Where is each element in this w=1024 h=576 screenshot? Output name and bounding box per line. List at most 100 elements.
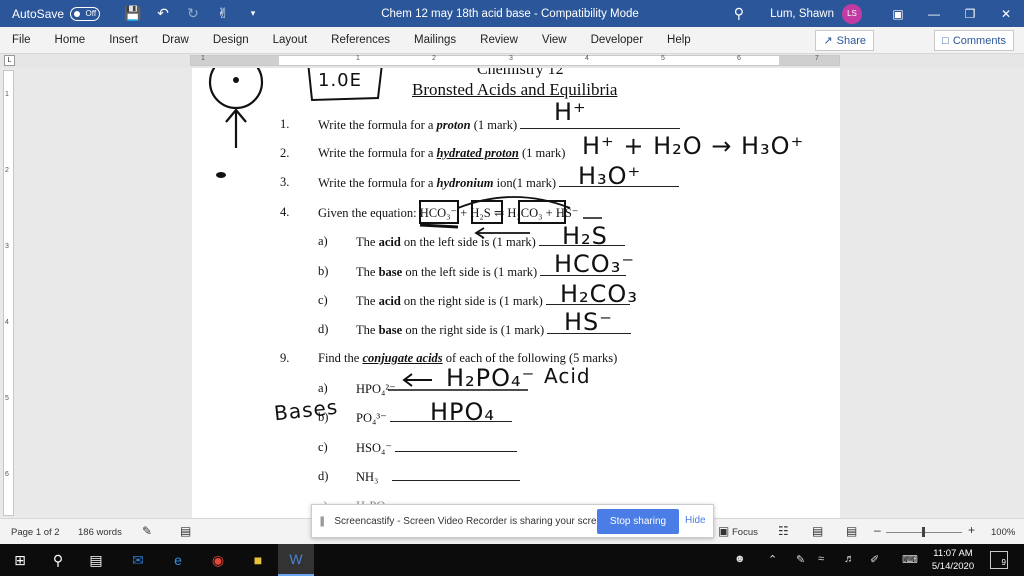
windows-start-icon[interactable]: ⊞ xyxy=(2,544,38,576)
subquestion-letter: c) xyxy=(318,293,328,307)
close-icon[interactable]: ✕ xyxy=(988,7,1024,21)
undo-icon[interactable]: ↶ xyxy=(148,5,178,22)
screencastify-banner: ❚ Screencastify - Screen Video Recorder … xyxy=(311,504,714,538)
notification-center-icon[interactable]: 9 xyxy=(990,551,1008,569)
tab-layout[interactable]: Layout xyxy=(261,34,320,46)
answer-blank xyxy=(520,117,681,129)
web-layout-icon[interactable]: ▤ xyxy=(846,524,857,538)
chrome-icon[interactable]: ◉ xyxy=(200,544,236,576)
user-name[interactable]: Lum, Shawn xyxy=(770,8,834,20)
zoom-in-icon[interactable]: + xyxy=(968,523,975,537)
handwritten-answer-9a: H₂PO₄⁻ xyxy=(446,364,536,392)
save-icon[interactable]: 💾 xyxy=(118,5,148,22)
vruler-number: 2 xyxy=(5,167,9,174)
edge-icon[interactable]: e xyxy=(160,544,196,576)
outlook-icon[interactable]: ✉ xyxy=(120,544,156,576)
comments-button[interactable]: □ Comments xyxy=(934,30,1014,51)
word-count[interactable]: 186 words xyxy=(78,527,122,538)
tab-insert[interactable]: Insert xyxy=(97,34,150,46)
taskbar: ⊞ ⚲ ▤ ✉ e ◉ ■ W ☻ ⌃ ✎ ≈ ♬ ✐ ⌨ 11:07 AM 5… xyxy=(0,544,1024,576)
vruler-number: 4 xyxy=(5,319,9,326)
comments-label: Comments xyxy=(952,34,1006,47)
subquestion-c: The acid on the right side is (1 mark) xyxy=(356,293,630,309)
question-emphasis: hydrated proton xyxy=(436,146,519,160)
avatar[interactable]: LS xyxy=(842,3,862,24)
tab-mailings[interactable]: Mailings xyxy=(402,34,468,46)
answer-blank xyxy=(389,410,512,422)
question-text: The xyxy=(356,323,379,337)
proofing-icon[interactable]: ✎ xyxy=(142,524,152,538)
clock-time: 11:07 AM xyxy=(933,548,973,559)
focus-label[interactable]: Focus xyxy=(732,527,758,538)
wifi-icon[interactable]: ≈ xyxy=(818,553,824,565)
subquestion-letter: c) xyxy=(318,440,328,454)
people-icon[interactable]: ☻ xyxy=(734,553,746,565)
vruler-number: 3 xyxy=(5,243,9,250)
q9-item-a: HPO₄²⁻ xyxy=(356,381,396,397)
accessibility-icon[interactable]: ▤ xyxy=(180,524,191,538)
tab-view[interactable]: View xyxy=(530,34,579,46)
tab-developer[interactable]: Developer xyxy=(579,34,655,46)
ink-arrow xyxy=(225,108,247,148)
search-icon[interactable]: ⚲ xyxy=(734,5,744,22)
keyboard-icon[interactable]: ⌨ xyxy=(902,553,918,566)
ribbon-display-icon[interactable]: ▣ xyxy=(880,7,916,21)
pen-menu-icon[interactable]: ✐ xyxy=(870,553,879,566)
vertical-ruler[interactable]: 1 2 3 4 5 6 xyxy=(3,70,14,516)
answer-blank xyxy=(545,293,630,305)
handwritten-answer-2: H⁺ + H₂O → H₃O⁺ xyxy=(582,132,805,160)
customize-toolbar-icon[interactable]: ▾ xyxy=(238,8,268,19)
tab-help[interactable]: Help xyxy=(655,34,703,46)
redo-icon[interactable]: ↻ xyxy=(178,5,208,22)
vruler-number: 5 xyxy=(5,395,9,402)
drag-handle-icon[interactable]: ❚ xyxy=(318,516,326,527)
q9-item-d: NH₃ xyxy=(356,469,520,485)
tab-file[interactable]: File xyxy=(0,34,43,46)
zoom-out-icon[interactable]: – xyxy=(874,523,881,537)
focus-icon[interactable]: ▣ xyxy=(718,524,729,538)
read-mode-icon[interactable]: ☷ xyxy=(778,524,789,538)
question-emphasis: base xyxy=(378,265,403,279)
ink-arrow xyxy=(402,373,432,387)
tab-draw[interactable]: Draw xyxy=(150,34,201,46)
share-label: Share xyxy=(836,34,866,47)
answer-blank xyxy=(538,234,625,246)
document-title-text: Bronsted Acids and Equilibria xyxy=(412,80,618,99)
hide-button[interactable]: Hide xyxy=(685,515,706,526)
tab-design[interactable]: Design xyxy=(201,34,261,46)
horizontal-ruler[interactable]: 1 1 2 3 4 5 6 7 xyxy=(190,55,840,66)
question-text: (1 mark) xyxy=(518,146,566,160)
comment-icon: □ xyxy=(942,34,949,47)
minimize-icon[interactable]: — xyxy=(916,7,952,21)
zoom-level[interactable]: 100% xyxy=(991,527,1015,538)
question-text: Find the xyxy=(318,351,363,365)
q9-item-c: HSO₄⁻ xyxy=(356,440,518,456)
print-layout-icon[interactable]: ▤ xyxy=(812,524,823,538)
answer-blank xyxy=(395,440,518,452)
stop-sharing-button[interactable]: Stop sharing xyxy=(597,509,679,534)
tab-review[interactable]: Review xyxy=(468,34,530,46)
search-icon[interactable]: ⚲ xyxy=(40,544,76,576)
zoom-thumb[interactable] xyxy=(922,527,925,537)
task-view-icon[interactable]: ▤ xyxy=(78,544,114,576)
touch-mode-icon[interactable]: ✌ xyxy=(208,5,238,22)
tab-references[interactable]: References xyxy=(319,34,402,46)
share-button[interactable]: ↗ Share xyxy=(815,30,874,51)
autosave-toggle[interactable]: Off xyxy=(70,6,101,21)
show-hidden-icons[interactable]: ⌃ xyxy=(768,553,777,566)
pen-icon[interactable]: ✎ xyxy=(796,553,805,566)
question-text: The xyxy=(356,235,379,249)
question-number: 1. xyxy=(280,117,290,131)
clock[interactable]: 11:07 AM 5/14/2020 xyxy=(930,547,976,573)
page-count[interactable]: Page 1 of 2 xyxy=(11,527,60,538)
ruler-number: 3 xyxy=(509,55,513,62)
tab-selector[interactable]: L xyxy=(4,55,15,66)
tab-home[interactable]: Home xyxy=(43,34,98,46)
volume-icon[interactable]: ♬ xyxy=(844,553,855,565)
question-text: Write the formula for a xyxy=(318,118,437,132)
document-page[interactable]: 1.0E H⁺ H⁺ + H₂O → H₃O⁺ H₃O⁺ H₂S HCO₃⁻ H… xyxy=(192,68,840,518)
word-icon[interactable]: W xyxy=(278,544,314,576)
restore-icon[interactable]: ❐ xyxy=(952,7,988,21)
file-explorer-icon[interactable]: ■ xyxy=(240,544,276,576)
question-1: Write the formula for a proton (1 mark) xyxy=(318,117,681,133)
